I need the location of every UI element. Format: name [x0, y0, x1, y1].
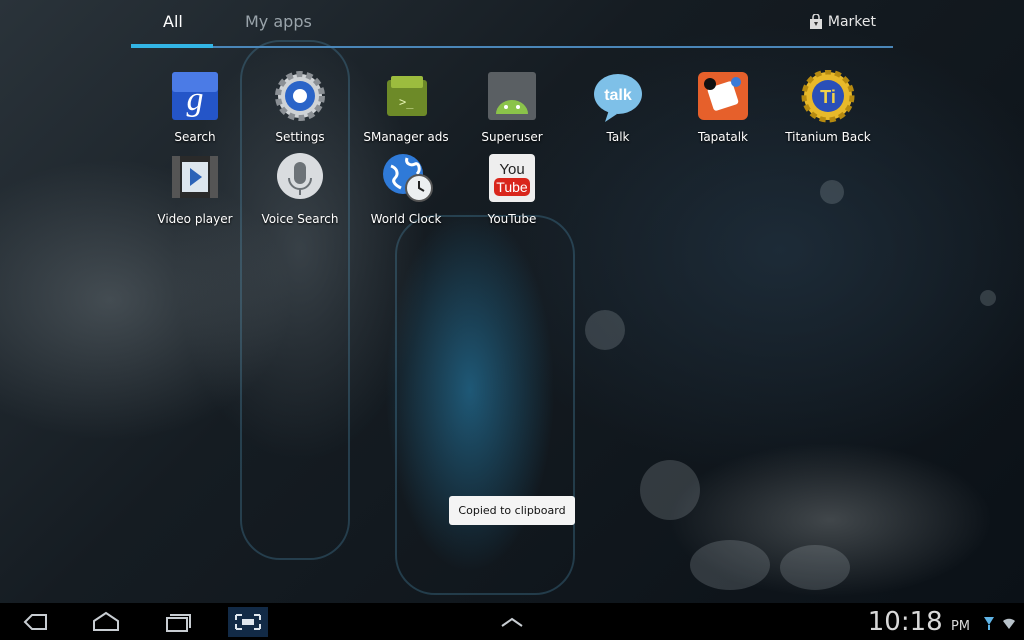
tapatalk-icon [696, 70, 750, 124]
recent-apps-icon [166, 614, 191, 632]
back-icon [23, 614, 47, 630]
tab-my-apps[interactable]: My apps [245, 12, 312, 31]
market-button[interactable]: Market [808, 14, 876, 30]
svg-text:Ti: Ti [820, 87, 836, 107]
app-voice-search[interactable]: Voice Search [250, 152, 350, 226]
app-label: YouTube [487, 212, 537, 226]
app-youtube[interactable]: You Tube YouTube [462, 152, 562, 226]
app-label: Superuser [481, 130, 543, 144]
home-button[interactable] [89, 607, 123, 637]
home-icon [93, 611, 119, 631]
app-world-clock[interactable]: World Clock [356, 152, 456, 226]
tab-all[interactable]: All [163, 12, 183, 31]
video-player-icon [168, 152, 222, 206]
app-label: Tapatalk [697, 130, 748, 144]
svg-text:talk: talk [604, 87, 632, 104]
app-settings[interactable]: Settings [250, 70, 350, 144]
market-label: Market [827, 14, 876, 30]
tab-selected-indicator [131, 44, 213, 48]
app-label: Settings [275, 130, 325, 144]
app-superuser[interactable]: Superuser [462, 70, 562, 144]
app-talk[interactable]: talk Talk [568, 70, 668, 144]
microphone-icon [273, 152, 327, 206]
tab-bar: All My apps Market [131, 0, 893, 50]
youtube-icon: You Tube [485, 152, 539, 206]
app-search[interactable]: g Search [145, 70, 245, 144]
clock-time: 10:18 [867, 607, 943, 637]
wifi-signal-icon [1003, 618, 1015, 629]
app-label: World Clock [370, 212, 442, 226]
app-titanium-backup[interactable]: Ti Titanium Back [778, 69, 878, 144]
system-bar: 10:18 PM [0, 603, 1024, 640]
recent-apps-button[interactable] [161, 607, 195, 637]
toast-message: Copied to clipboard [449, 496, 575, 525]
svg-text:g: g [187, 81, 204, 118]
app-label: Talk [606, 130, 630, 144]
superuser-android-icon [485, 70, 539, 124]
svg-text:Tube: Tube [496, 179, 528, 195]
settings-gear-icon [273, 70, 327, 124]
screenshot-icon [235, 614, 261, 630]
app-tapatalk[interactable]: Tapatalk [673, 70, 773, 144]
app-smanager[interactable]: >_ SManager ads [356, 70, 456, 144]
notification-download-icon [984, 617, 994, 630]
screenshot-button[interactable] [228, 607, 268, 637]
clock-ampm: PM [950, 619, 970, 634]
google-search-icon: g [168, 70, 222, 124]
app-label: Video player [157, 212, 233, 226]
app-label: Voice Search [261, 212, 339, 226]
svg-text:>_: >_ [399, 95, 414, 109]
world-clock-icon [379, 152, 433, 206]
app-drawer-up-button[interactable] [495, 607, 529, 637]
tab-divider [131, 46, 893, 48]
titanium-backup-icon: Ti [801, 69, 855, 124]
svg-text:You: You [499, 161, 524, 178]
back-button[interactable] [17, 607, 51, 637]
smanager-icon: >_ [379, 70, 433, 124]
app-label: Titanium Back [785, 130, 871, 144]
talk-icon: talk [591, 70, 645, 124]
status-clock[interactable]: 10:18 PM [868, 607, 970, 637]
shopping-bag-icon [809, 14, 822, 29]
app-label: SManager ads [363, 130, 449, 144]
app-video-player[interactable]: Video player [145, 152, 245, 226]
app-label: Search [174, 130, 216, 144]
chevron-up-icon [501, 617, 523, 627]
